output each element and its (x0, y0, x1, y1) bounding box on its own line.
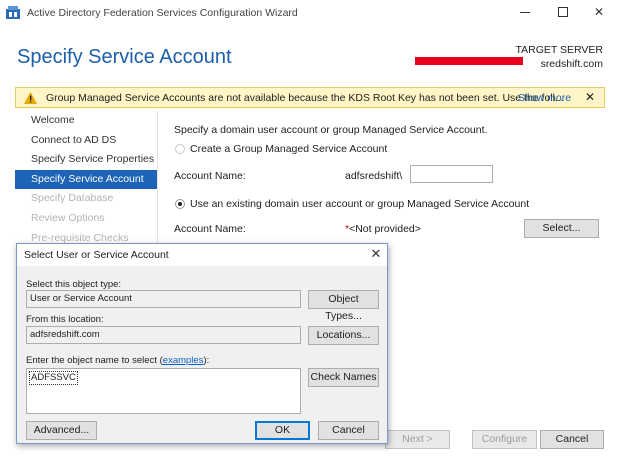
gmsa-account-input[interactable] (410, 165, 493, 183)
ok-button[interactable]: OK (255, 421, 310, 440)
warning-icon (24, 92, 37, 104)
show-more-link[interactable]: Show more (518, 92, 571, 104)
check-names-button[interactable]: Check Names (308, 368, 379, 387)
gmsa-radio-label[interactable]: Create a Group Managed Service Account (190, 143, 387, 155)
dialog-titlebar: Select User or Service Account ✕ (17, 244, 387, 266)
gmsa-radio[interactable] (175, 144, 185, 154)
configure-button: Configure (472, 430, 537, 449)
window-titlebar: Active Directory Federation Services Con… (0, 0, 619, 26)
adfs-app-icon (6, 6, 20, 19)
wizard-steps-nav: Welcome Connect to AD DS Specify Service… (15, 111, 157, 248)
existing-account-text: <Not provided> (349, 223, 421, 235)
warning-text: Group Managed Service Accounts are not a… (46, 92, 564, 104)
wizard-cancel-button[interactable]: Cancel (540, 430, 604, 449)
select-user-dialog: Select User or Service Account ✕ Select … (16, 243, 388, 444)
object-type-field: User or Service Account (26, 290, 301, 308)
maximize-button[interactable] (548, 2, 578, 22)
select-account-button[interactable]: Select... (524, 219, 599, 238)
intro-text: Specify a domain user account or group M… (174, 124, 488, 136)
close-button[interactable]: ✕ (584, 2, 614, 22)
target-server-name: sredshift.com (540, 58, 603, 70)
minimize-icon (520, 12, 530, 13)
nav-item-service-account[interactable]: Specify Service Account (15, 169, 157, 190)
gmsa-account-label: Account Name: (174, 170, 246, 182)
object-name-text: ADFSSVC (29, 371, 78, 385)
close-icon: ✕ (593, 5, 605, 19)
object-name-label-suffix: ): (203, 355, 210, 366)
object-name-label-prefix: Enter the object name to select ( (26, 355, 163, 366)
dialog-title: Select User or Service Account (24, 249, 169, 261)
window-title: Active Directory Federation Services Con… (27, 7, 298, 19)
maximize-icon (558, 7, 568, 17)
dialog-close-icon[interactable]: ✕ (369, 247, 383, 261)
kds-warning-bar: Group Managed Service Accounts are not a… (15, 87, 605, 108)
redaction-mark (415, 57, 523, 65)
warning-close-icon[interactable]: ✕ (583, 90, 597, 104)
nav-item-database: Specify Database (31, 192, 114, 205)
location-field: adfsredshift.com (26, 326, 301, 344)
examples-link[interactable]: examples (163, 355, 204, 366)
page-title: Specify Service Account (17, 46, 232, 68)
existing-account-radio-label[interactable]: Use an existing domain user account or g… (190, 198, 529, 210)
location-label: From this location: (26, 314, 104, 325)
locations-button[interactable]: Locations... (308, 326, 379, 345)
nav-item-service-properties[interactable]: Specify Service Properties (15, 150, 157, 170)
dialog-cancel-button[interactable]: Cancel (318, 421, 379, 440)
advanced-button[interactable]: Advanced... (26, 421, 97, 440)
object-name-label: Enter the object name to select (example… (26, 355, 209, 366)
existing-account-label: Account Name: (174, 223, 246, 235)
nav-item-review-options: Review Options (31, 211, 105, 224)
object-type-label: Select this object type: (26, 279, 122, 290)
target-server-label: TARGET SERVER (515, 44, 603, 56)
nav-item-welcome[interactable]: Welcome (15, 111, 157, 131)
minimize-button[interactable] (510, 2, 540, 22)
gmsa-domain-prefix: adfsredshift\ (345, 170, 403, 182)
next-button: Next > (385, 430, 450, 449)
object-name-input[interactable]: ADFSSVC (26, 368, 301, 414)
existing-account-radio[interactable] (175, 199, 185, 209)
nav-item-connect-ad-ds[interactable]: Connect to AD DS (15, 131, 157, 151)
existing-account-value: *<Not provided> (345, 223, 421, 235)
object-types-button[interactable]: Object Types... (308, 290, 379, 322)
